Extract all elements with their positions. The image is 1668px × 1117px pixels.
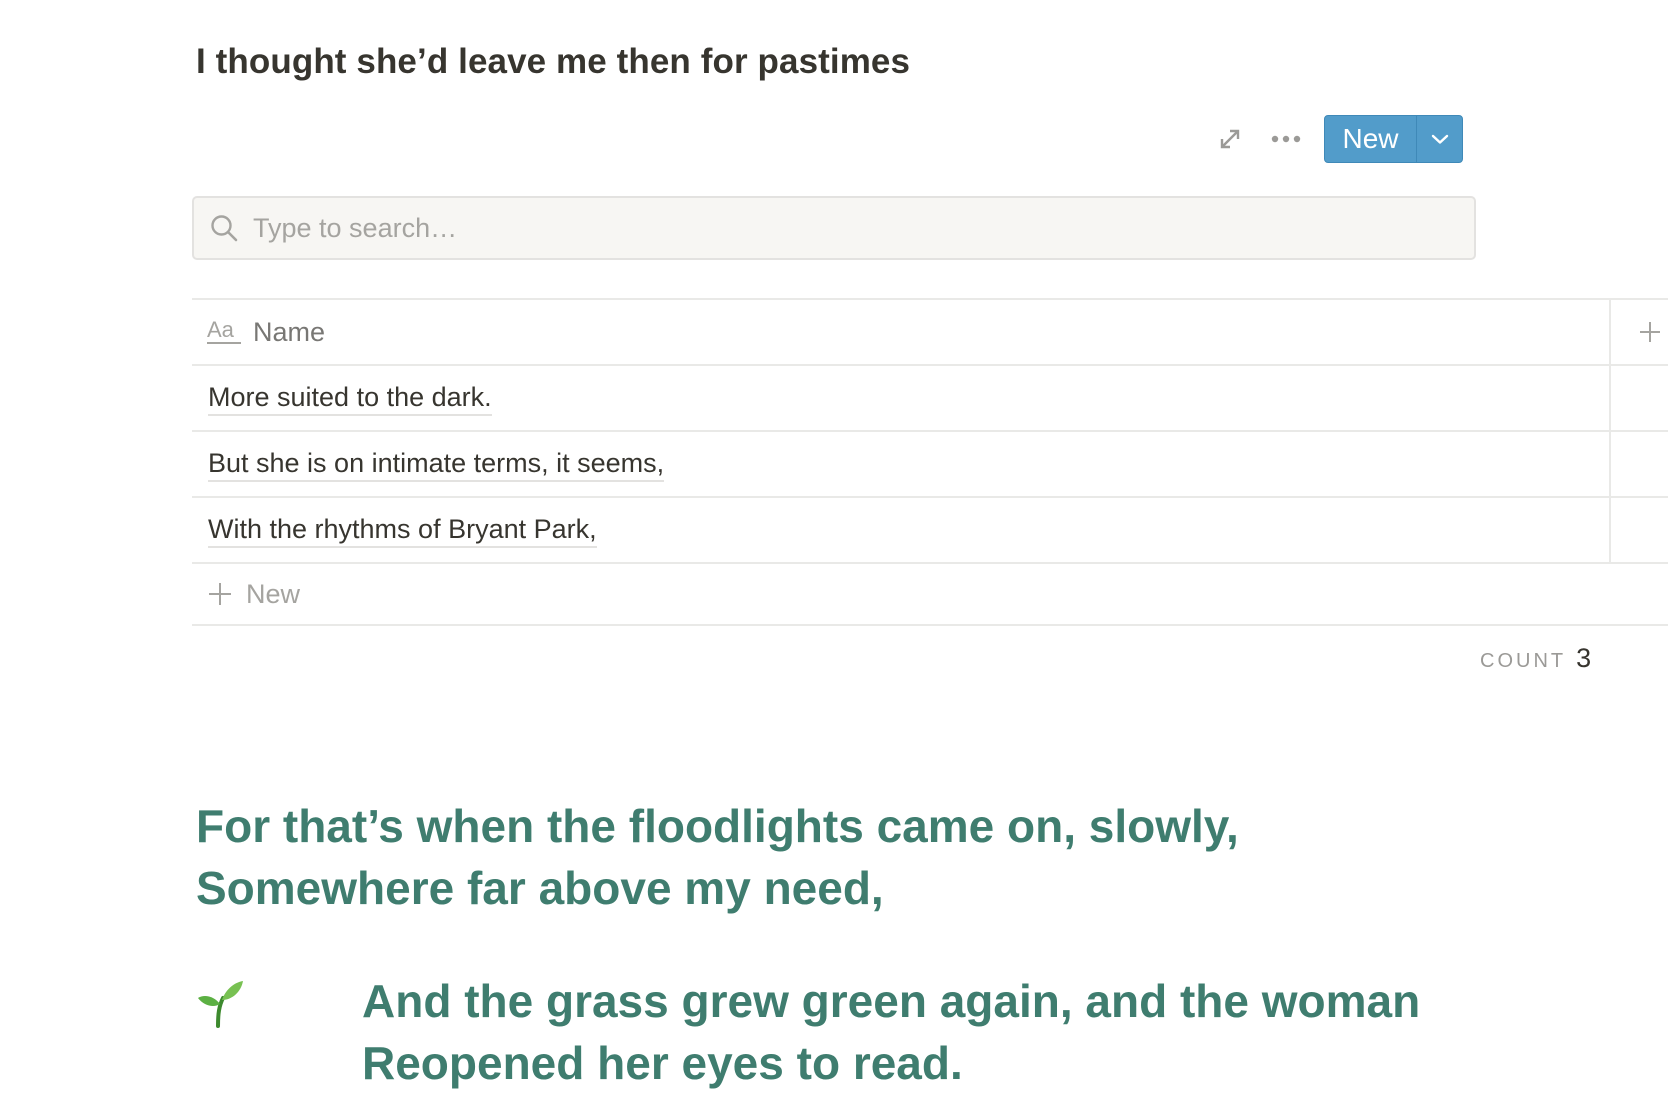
search-bar [192, 196, 1476, 260]
row-count[interactable]: COUNT 3 [1480, 643, 1591, 674]
plus-icon [206, 580, 234, 608]
column-header-name[interactable]: Aa Name [192, 317, 325, 348]
database-title[interactable]: I thought she’d leave me then for pastim… [196, 42, 910, 82]
table-header-row: Aa Name [192, 298, 1668, 364]
column-divider [1609, 366, 1611, 430]
table-row[interactable]: More suited to the dark. [192, 364, 1668, 430]
svg-text:Aa: Aa [207, 317, 235, 342]
row-title[interactable]: But she is on intimate terms, it seems, [208, 446, 665, 482]
row-title[interactable]: More suited to the dark. [208, 380, 492, 416]
search-input[interactable] [251, 211, 1405, 245]
add-row-label: New [246, 578, 301, 609]
text-property-icon: Aa [207, 317, 243, 347]
expand-icon[interactable] [1210, 119, 1250, 159]
table-row[interactable]: But she is on intimate terms, it seems, [192, 430, 1668, 496]
add-column-plus-icon[interactable] [1632, 314, 1668, 350]
callout-line: Reopened her eyes to read. [362, 1037, 963, 1089]
chevron-down-icon[interactable] [1417, 116, 1462, 162]
heading-line: Somewhere far above my need, [196, 862, 884, 914]
column-divider [1609, 498, 1611, 562]
heading-block: For that’s when the floodlights came on,… [196, 795, 1239, 919]
row-title[interactable]: With the rhythms of Bryant Park, [208, 512, 597, 548]
column-divider [1609, 432, 1611, 496]
new-button-group: New [1324, 115, 1463, 163]
count-value: 3 [1576, 643, 1592, 673]
new-button[interactable]: New [1325, 116, 1416, 162]
callout-line: And the grass grew green again, and the … [362, 975, 1421, 1027]
page: I thought she’d leave me then for pastim… [0, 0, 1668, 1117]
count-label: COUNT [1480, 650, 1567, 672]
database-table: Aa Name More suited to the dark. But she… [192, 298, 1668, 626]
column-divider [1609, 300, 1611, 364]
table-row[interactable]: With the rhythms of Bryant Park, [192, 496, 1668, 562]
database-toolbar: New [1210, 115, 1463, 163]
ellipsis-icon[interactable] [1266, 119, 1306, 159]
search-icon [209, 213, 239, 243]
seedling-icon[interactable] [196, 978, 244, 1028]
heading-line: For that’s when the floodlights came on,… [196, 800, 1239, 852]
add-row-button[interactable]: New [192, 562, 1668, 626]
callout-text: And the grass grew green again, and the … [362, 970, 1420, 1094]
column-header-label: Name [253, 316, 326, 347]
